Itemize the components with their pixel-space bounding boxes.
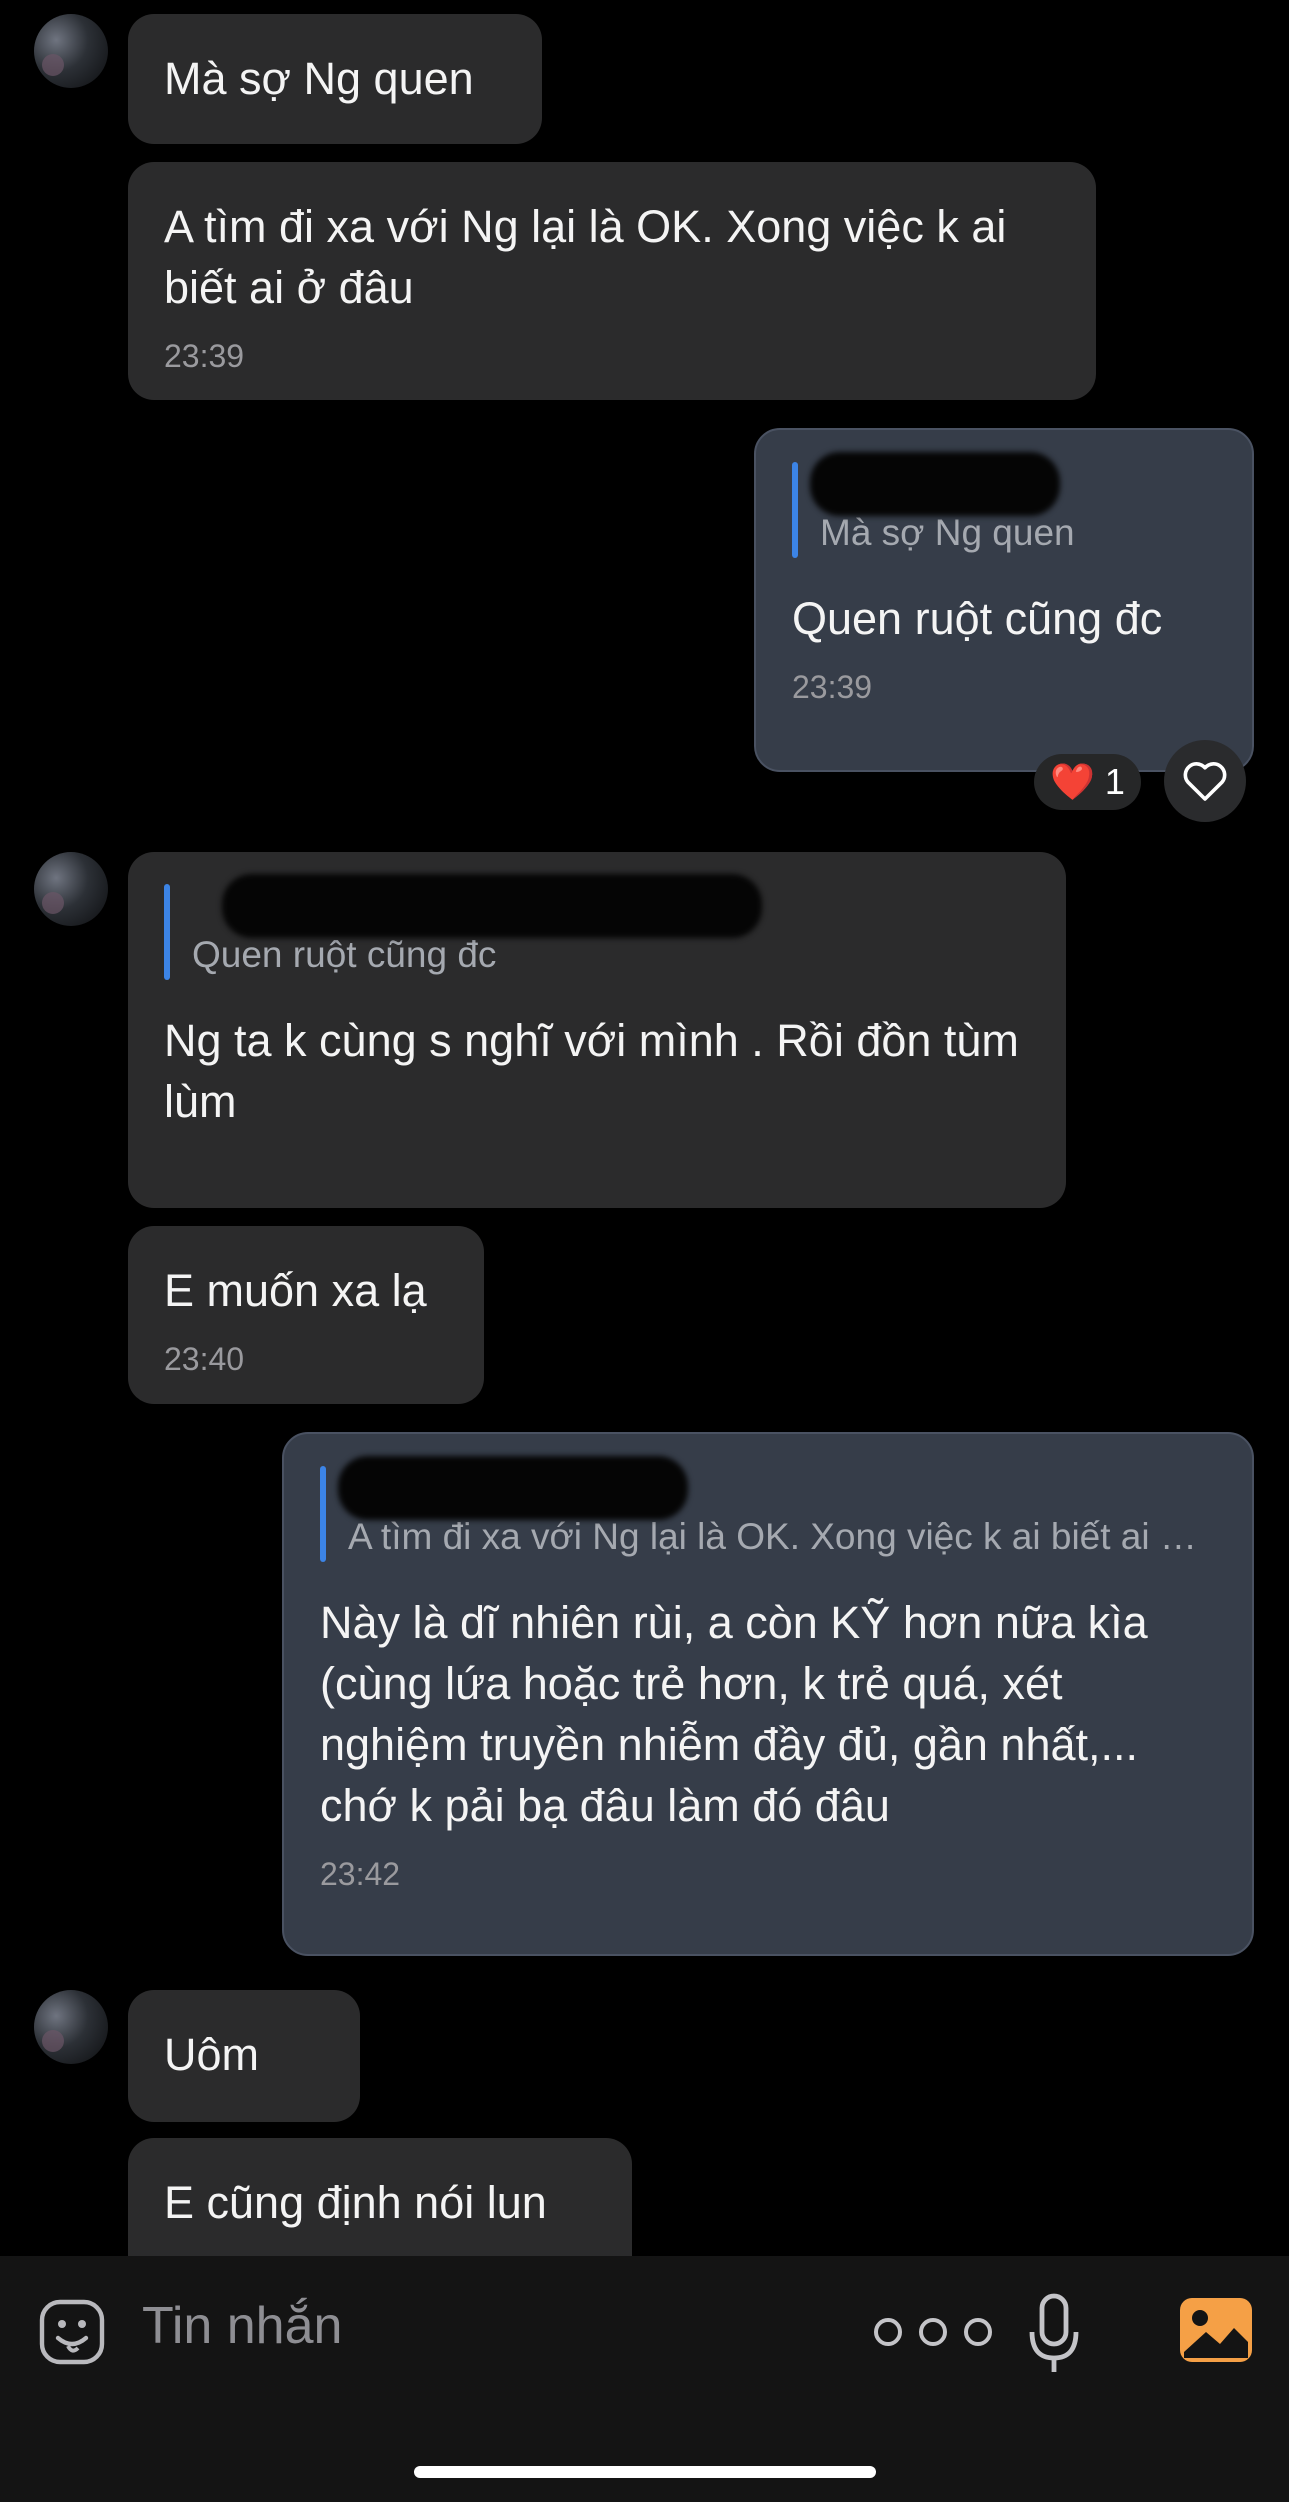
microphone-icon[interactable]	[1026, 2292, 1082, 2376]
message-text: Quen ruột cũng đc	[792, 593, 1163, 644]
quoted-text: Quen ruột cũng đc	[192, 934, 497, 975]
message-time: 23:39	[164, 338, 245, 374]
message-text: Ng ta k cùng s nghĩ với mình . Rồi đồn t…	[164, 1015, 1032, 1127]
reply-quote[interactable]: A tìm đi xa với Ng lại là OK. Xong việc …	[320, 1456, 1216, 1562]
chat-area[interactable]: Mà sợ Ng quen A tìm đi xa với Ng lại là …	[0, 0, 1289, 2256]
heart-outline-icon	[1183, 762, 1227, 801]
quoted-text: Mà sợ Ng quen	[820, 512, 1075, 553]
message-text: Uôm	[164, 2029, 260, 2080]
incoming-message[interactable]: Uôm	[128, 1990, 360, 2122]
message-time: 23:40	[164, 1341, 245, 1377]
home-indicator[interactable]	[414, 2466, 876, 2478]
more-icon[interactable]	[870, 2314, 996, 2350]
incoming-message[interactable]: E muốn xa lạ 23:40	[128, 1226, 484, 1404]
quoted-text: A tìm đi xa với Ng lại là OK. Xong việc …	[348, 1516, 1216, 1557]
reply-quote[interactable]: Mà sợ Ng quen	[792, 452, 1216, 558]
reaction-count: 1	[1104, 761, 1125, 802]
heart-icon: ❤️	[1050, 761, 1095, 802]
outgoing-message[interactable]: A tìm đi xa với Ng lại là OK. Xong việc …	[282, 1432, 1254, 1956]
message-time: 23:42	[320, 1856, 401, 1892]
incoming-message[interactable]: Mà sợ Ng quen	[128, 14, 542, 144]
message-text: Mà sợ Ng quen	[164, 53, 474, 104]
sticker-icon[interactable]	[36, 2296, 108, 2368]
message-input[interactable]: Tin nhắn	[142, 2296, 342, 2356]
message-text: A tìm đi xa với Ng lại là OK. Xong việc …	[164, 201, 1019, 313]
reaction-badge[interactable]: ❤️ 1	[1034, 754, 1141, 810]
quoted-sender-redacted	[338, 1456, 1216, 1520]
message-text: E muốn xa lạ	[164, 1265, 427, 1316]
add-reaction-button[interactable]	[1164, 740, 1246, 822]
incoming-message[interactable]: A tìm đi xa với Ng lại là OK. Xong việc …	[128, 162, 1096, 400]
message-text: Này là dĩ nhiên rùi, a còn KỸ hơn nữa kì…	[320, 1597, 1161, 1831]
outgoing-message[interactable]: Mà sợ Ng quen Quen ruột cũng đc 23:39	[754, 428, 1254, 772]
quoted-sender-redacted	[810, 452, 1216, 516]
incoming-message[interactable]: E cũng định nói lun	[128, 2138, 632, 2256]
quoted-sender-redacted	[192, 874, 1030, 938]
message-text: E cũng định nói lun	[164, 2177, 547, 2228]
contact-avatar[interactable]	[34, 1990, 108, 2064]
incoming-message[interactable]: Quen ruột cũng đc Ng ta k cùng s nghĩ vớ…	[128, 852, 1066, 1208]
message-time: 23:39	[792, 669, 873, 705]
reply-quote[interactable]: Quen ruột cũng đc	[164, 874, 1030, 980]
image-icon[interactable]	[1178, 2296, 1254, 2364]
contact-avatar[interactable]	[34, 14, 108, 88]
contact-avatar[interactable]	[34, 852, 108, 926]
